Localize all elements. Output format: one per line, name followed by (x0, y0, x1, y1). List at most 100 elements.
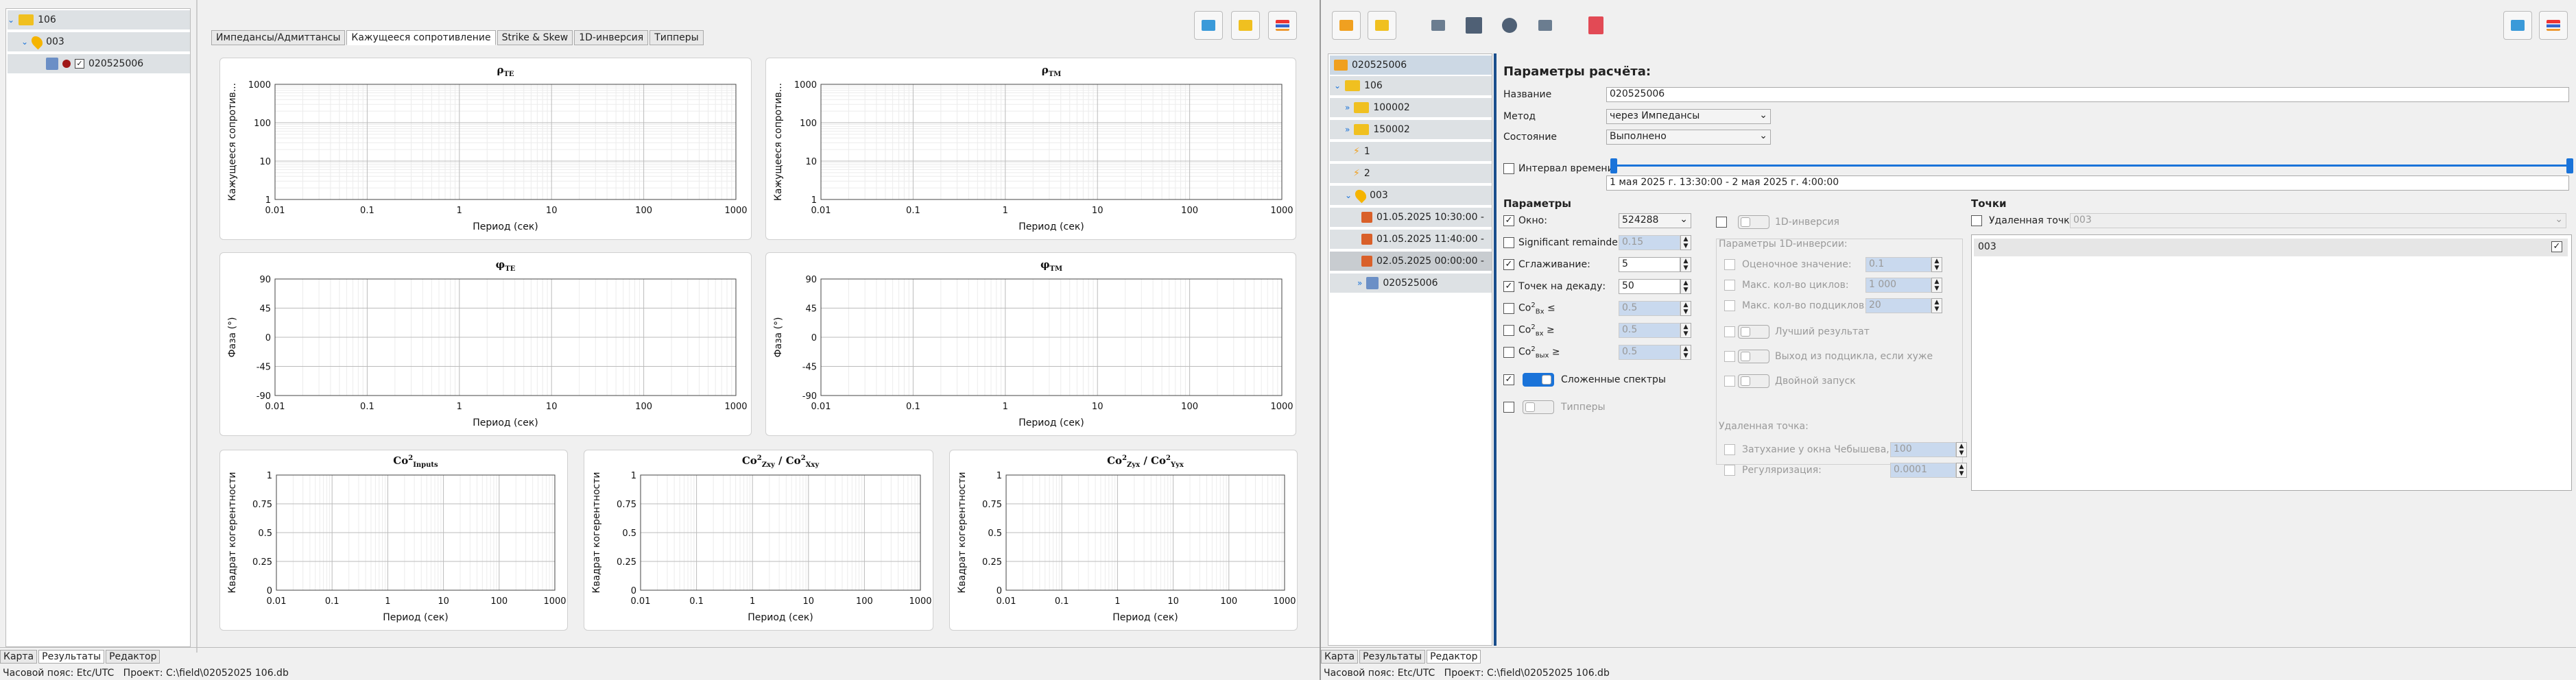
remote-point-select[interactable]: 003 ⌄ (2070, 213, 2566, 228)
sig-stepper[interactable]: ▲ ▼ (1680, 235, 1691, 250)
co-bx-stepper[interactable]: ▲ ▼ (1680, 301, 1691, 316)
window-checkbox[interactable]: ✓ (1503, 215, 1514, 226)
tree-item-106[interactable]: ⌄ 106 (8, 10, 190, 29)
tab-tippers[interactable]: Типперы (649, 30, 704, 45)
tab-apparent-resistivity[interactable]: Кажущееся сопротивление (346, 30, 496, 45)
cheb-checkbox[interactable] (1724, 444, 1735, 455)
chevron-right-icon[interactable]: » (1345, 103, 1350, 112)
maxcyc-input[interactable]: 1 000 (1865, 278, 1931, 293)
tree-item-2[interactable]: ⚡ 2 (1330, 164, 1492, 183)
chevron-right-icon[interactable]: » (1357, 278, 1362, 288)
stacked-toggle[interactable] (1523, 373, 1554, 387)
tab-editor[interactable]: Редактор (1427, 650, 1481, 664)
slider-handle-start[interactable] (1610, 158, 1617, 173)
tab-map[interactable]: Карта (0, 650, 38, 664)
tree-checkbox[interactable]: ✓ (75, 59, 84, 69)
tab-map[interactable]: Карта (1321, 650, 1359, 664)
smooth-input[interactable]: 5 (1619, 257, 1680, 272)
inv1d-toggle[interactable] (1738, 215, 1769, 229)
interval-input[interactable]: 1 мая 2025 г. 13:30:00 - 2 мая 2025 г. 4… (1606, 175, 2569, 191)
co-bx-checkbox[interactable] (1503, 303, 1514, 314)
chevron-down-icon[interactable]: ⌄ (21, 37, 28, 47)
smooth-stepper[interactable]: ▲ ▼ (1680, 257, 1691, 272)
state-select[interactable]: Выполнено ⌄ (1606, 130, 1771, 145)
export-image-button[interactable] (2503, 11, 2532, 40)
tab-results[interactable]: Результаты (1359, 650, 1426, 664)
tippers-checkbox[interactable] (1503, 402, 1514, 413)
tippers-toggle[interactable] (1523, 400, 1554, 414)
est-checkbox[interactable] (1724, 259, 1735, 270)
tree-item-record-2[interactable]: 01.05.2025 11:40:00 - (1330, 230, 1492, 249)
point-row[interactable] (1974, 239, 2568, 256)
est-stepper[interactable]: ▲ ▼ (1931, 257, 1942, 272)
maxcyc-stepper[interactable]: ▲ ▼ (1931, 278, 1942, 293)
tab-editor[interactable]: Редактор (106, 650, 160, 664)
cheb-stepper[interactable]: ▲ ▼ (1956, 442, 1967, 457)
cheb-input[interactable]: 100 (1890, 442, 1956, 457)
best-toggle[interactable] (1738, 325, 1769, 339)
maxsub-input[interactable]: 20 (1865, 298, 1931, 313)
double-toggle[interactable] (1738, 374, 1769, 388)
tab-impedances[interactable]: Импедансы/Адмиттансы (211, 30, 346, 45)
settings-list-button[interactable] (1268, 11, 1297, 40)
chevron-down-icon[interactable]: ⌄ (1334, 81, 1341, 90)
ppd-checkbox[interactable]: ✓ (1503, 281, 1514, 292)
tree-item-003[interactable]: ⌄ 003 (1330, 186, 1492, 205)
splitter[interactable] (196, 0, 198, 653)
co-in-checkbox[interactable] (1503, 325, 1514, 336)
maxsub-stepper[interactable]: ▲ ▼ (1931, 298, 1942, 313)
chevron-down-icon[interactable]: ⌄ (1345, 191, 1352, 200)
sig-checkbox[interactable] (1503, 237, 1514, 248)
tree-item-100002[interactable]: » 100002 (1330, 98, 1492, 117)
co-out-checkbox[interactable] (1503, 347, 1514, 358)
tree-item-record-1[interactable]: 01.05.2025 10:30:00 - (1330, 208, 1492, 227)
reg-checkbox[interactable] (1724, 465, 1735, 476)
inv1d-checkbox[interactable] (1716, 217, 1727, 228)
tree-item-record-3[interactable]: 02.05.2025 00:00:00 - (1330, 252, 1492, 271)
chevron-down-icon[interactable]: ⌄ (8, 15, 14, 25)
reg-input[interactable]: 0.0001 (1890, 463, 1956, 478)
tree-item-1[interactable]: ⚡ 1 (1330, 142, 1492, 161)
interval-slider[interactable] (1610, 158, 2573, 173)
tree-item-106[interactable]: ⌄ 106 (1330, 76, 1492, 95)
interval-checkbox[interactable] (1503, 163, 1514, 174)
slider-handle-end[interactable] (2566, 158, 2573, 173)
best-checkbox[interactable] (1724, 326, 1735, 337)
co-in-stepper[interactable]: ▲ ▼ (1680, 323, 1691, 338)
toolbar-app-button[interactable] (1332, 11, 1361, 40)
maxsub-checkbox[interactable] (1724, 300, 1735, 311)
toolbar-delete-button[interactable] (1582, 11, 1610, 40)
co-bx-input[interactable]: 0.5 (1619, 301, 1680, 316)
sig-input[interactable]: 0.15 (1619, 235, 1680, 250)
export-folder-button[interactable] (1231, 11, 1260, 40)
remote-point-checkbox[interactable] (1971, 215, 1982, 226)
export-image-button[interactable] (1194, 11, 1223, 40)
toolbar-stop-button[interactable] (1459, 11, 1488, 40)
co-out-input[interactable]: 0.5 (1619, 345, 1680, 360)
toolbar-search-button[interactable] (1495, 11, 1524, 40)
maxcyc-checkbox[interactable] (1724, 280, 1735, 291)
exit-toggle[interactable] (1738, 350, 1769, 363)
tree-item-020525006[interactable]: 020525006 (1330, 56, 1492, 75)
point-checkbox[interactable]: ✓ (2551, 241, 2562, 252)
name-input[interactable]: 020525006 (1606, 87, 2569, 102)
exit-checkbox[interactable] (1724, 351, 1735, 362)
tree-item-150002[interactable]: » 150002 (1330, 120, 1492, 139)
est-input[interactable]: 0.1 (1865, 257, 1931, 272)
tab-strike-skew[interactable]: Strike & Skew (497, 30, 573, 45)
toolbar-transfer-button[interactable] (1531, 11, 1560, 40)
co-out-stepper[interactable]: ▲ ▼ (1680, 345, 1691, 360)
toolbar-array-button[interactable] (1368, 11, 1396, 40)
ppd-input[interactable]: 50 (1619, 279, 1680, 294)
settings-list-button[interactable] (2539, 11, 2568, 40)
tree-item-020525006[interactable]: ✓ 020525006 (8, 54, 190, 73)
method-select[interactable]: через Импедансы ⌄ (1606, 109, 1771, 124)
tab-1d-inversion[interactable]: 1D-инверсия (574, 30, 649, 45)
stacked-checkbox[interactable]: ✓ (1503, 374, 1514, 385)
tree-item-result[interactable]: » 020525006 (1330, 274, 1492, 293)
reg-stepper[interactable]: ▲ ▼ (1956, 463, 1967, 478)
splitter[interactable] (1494, 53, 1496, 646)
tree-item-003[interactable]: ⌄ 003 (8, 32, 190, 51)
double-checkbox[interactable] (1724, 376, 1735, 387)
window-select[interactable]: 524288 ⌄ (1619, 213, 1691, 228)
